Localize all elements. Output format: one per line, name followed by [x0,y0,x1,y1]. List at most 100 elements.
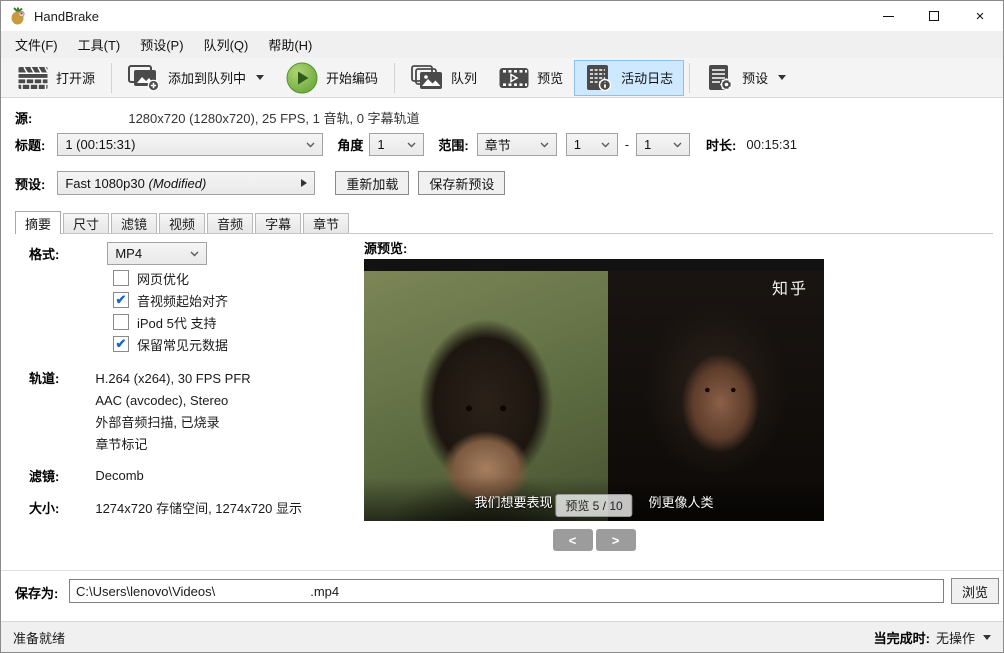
web-optimized-checkbox[interactable] [113,270,129,286]
source-preview-image: 知乎 我们想要表现例更像人类 预览 5 / 10 [364,259,824,521]
tab-chapters[interactable]: 章节 [303,213,349,233]
activity-log-label: 活动日志 [621,68,673,87]
range-from-select[interactable]: 1 [566,133,618,156]
minimize-button[interactable] [865,1,911,31]
reload-preset-button[interactable]: 重新加载 [335,171,409,195]
title-row: 标题: 1 (00:15:31) 角度 1 范围: 章节 1 - 1 时长: 0… [15,133,797,156]
previous-preview-button[interactable]: < [553,529,593,551]
save-path-prefix: C:\Users\lenovo\Videos\ [76,584,215,599]
preview-counter-tooltip: 预览 5 / 10 [555,494,632,517]
chevron-down-icon[interactable] [983,635,991,640]
duration-value: 00:15:31 [746,137,797,152]
presets-gear-icon [706,64,734,92]
letterbox-bar [364,259,824,271]
save-as-label: 保存为: [15,583,58,602]
toolbar: 打开源 添加到队列中 开始编码 [1,58,1003,98]
tab-filters[interactable]: 滤镜 [111,213,157,233]
queue-button[interactable]: 队列 [400,60,488,96]
preview-button[interactable]: 预览 [488,60,574,96]
close-icon: × [976,9,985,24]
maximize-icon [929,11,939,21]
tab-audio[interactable]: 音频 [207,213,253,233]
queue-label: 队列 [451,68,477,87]
size-value: 1274x720 存储空间, 1274x720 显示 [95,498,302,517]
range-type-select[interactable]: 章节 [477,133,557,156]
browse-button[interactable]: 浏览 [951,578,999,604]
tracks-list: H.264 (x264), 30 FPS PFR AAC (avcodec), … [95,368,250,456]
toolbar-separator [394,63,395,93]
range-separator: - [625,137,629,152]
web-optimized-label: 网页优化 [137,269,189,288]
format-row: 格式: MP4 [29,242,207,265]
chevron-down-icon [306,142,315,148]
chevron-down-icon [190,251,199,257]
when-done-select[interactable]: 无操作 [936,628,975,647]
align-av-start-label: 音视频起始对齐 [137,291,228,310]
add-to-queue-icon [128,65,160,91]
chevron-down-icon [601,142,610,148]
window-title: HandBrake [34,9,99,24]
chevron-down-icon [407,142,416,148]
save-new-preset-button[interactable]: 保存新预设 [418,171,505,195]
menu-queue[interactable]: 队列(Q) [194,31,259,58]
duration-label: 时长: [706,135,736,154]
source-label: 源: [15,108,32,127]
angle-label: 角度 [337,135,363,154]
menu-presets[interactable]: 预设(P) [130,31,193,58]
format-select[interactable]: MP4 [107,242,207,265]
activity-log-button[interactable]: 活动日志 [574,60,684,96]
close-button[interactable]: × [957,1,1003,31]
when-done-label: 当完成时: [874,628,930,647]
clapperboard-icon [18,66,48,90]
tab-dimensions[interactable]: 尺寸 [63,213,109,233]
angle-select[interactable]: 1 [369,133,424,156]
when-done-group: 当完成时: 无操作 [874,628,991,647]
title-select[interactable]: 1 (00:15:31) [57,133,323,156]
minimize-icon [883,16,894,17]
save-path-extension: .mp4 [310,584,339,599]
preset-select[interactable]: Fast 1080p30 (Modified) [57,171,315,195]
menu-bar: 文件(F) 工具(T) 预设(P) 队列(Q) 帮助(H) [1,31,1003,58]
add-to-queue-button[interactable]: 添加到队列中 [117,60,275,96]
play-icon [286,62,318,94]
title-bar: HandBrake × [1,1,1003,31]
preset-label: 预设: [15,174,45,193]
chevron-down-icon [778,75,786,80]
save-path-input[interactable]: C:\Users\lenovo\Videos\ .mp4 [69,579,944,603]
tab-video[interactable]: 视频 [159,213,205,233]
menu-tools[interactable]: 工具(T) [68,31,131,58]
start-encode-button[interactable]: 开始编码 [275,60,389,96]
tab-subtitles[interactable]: 字幕 [255,213,301,233]
align-av-start-checkbox[interactable]: ✔ [113,292,129,308]
range-to-select[interactable]: 1 [636,133,690,156]
track-subtitle: 外部音频扫描, 已烧录 [95,412,250,434]
save-label-wrap: 保存为: [15,584,58,600]
zhihu-watermark: 知乎 [772,275,808,299]
tab-summary[interactable]: 摘要 [15,211,61,234]
tab-strip: 摘要 尺寸 滤镜 视频 音频 字幕 章节 [15,211,993,234]
toolbar-separator [111,63,112,93]
filters-row: 滤镜: Decomb [29,466,144,484]
menu-help[interactable]: 帮助(H) [258,31,322,58]
menu-file[interactable]: 文件(F) [5,31,68,58]
preview-header: 源预览: [364,239,407,255]
open-source-button[interactable]: 打开源 [7,60,106,96]
keep-metadata-checkbox[interactable]: ✔ [113,336,129,352]
next-preview-button[interactable]: > [596,529,636,551]
source-row: 源: 1280x720 (1280x720), 25 FPS, 1 音轨, 0 … [15,108,420,126]
open-source-label: 打开源 [56,68,95,87]
window-controls: × [865,1,1003,31]
chevron-down-icon [673,142,682,148]
tracks-row: 轨道: H.264 (x264), 30 FPS PFR AAC (avcode… [29,368,251,456]
presets-button[interactable]: 预设 [695,60,797,96]
chevron-down-icon [540,142,549,148]
preset-modified-flag: (Modified) [148,176,206,191]
queue-icon [411,65,443,91]
toolbar-separator [689,63,690,93]
ipod-support-label: iPod 5代 支持 [137,313,216,332]
maximize-button[interactable] [911,1,957,31]
start-encode-label: 开始编码 [326,68,378,87]
ipod-support-checkbox[interactable] [113,314,129,330]
preset-row: 预设: Fast 1080p30 (Modified) 重新加载 保存新预设 [15,171,505,195]
keep-metadata-label: 保留常见元数据 [137,335,228,354]
